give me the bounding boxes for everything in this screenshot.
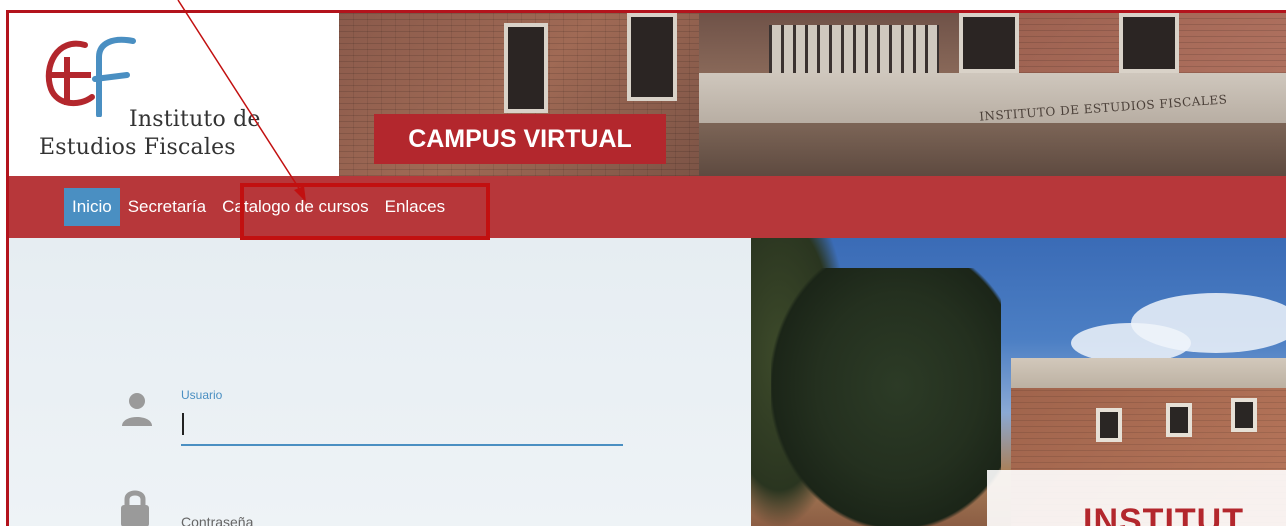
- campus-photo: [751, 238, 1286, 526]
- username-underline: [181, 444, 623, 446]
- window: [1096, 408, 1122, 442]
- main-nav: Inicio Secretaría Catalogo de cursos Enl…: [9, 176, 1286, 238]
- window: [1166, 403, 1192, 437]
- window: [627, 13, 677, 101]
- username-label: Usuario: [181, 388, 223, 402]
- login-panel: Usuario Contraseña: [9, 238, 751, 526]
- campus-virtual-banner: CAMPUS VIRTUAL: [374, 114, 666, 164]
- lock-icon: [121, 490, 149, 526]
- logo-text-line2: Estudios Fiscales: [39, 135, 236, 160]
- nav-item-catalogo-de-cursos[interactable]: Catalogo de cursos: [214, 188, 376, 226]
- balcony: [769, 25, 939, 75]
- logo[interactable]: Instituto de Estudios Fiscales: [9, 13, 339, 176]
- building-cornice: [1011, 358, 1286, 392]
- photo-label-text: INSTITUT: [1083, 502, 1244, 526]
- window: [1231, 398, 1257, 432]
- nav-item-inicio[interactable]: Inicio: [64, 188, 120, 226]
- cloud: [1071, 323, 1191, 363]
- logo-text-line1: Instituto de: [129, 107, 261, 132]
- username-input[interactable]: [181, 406, 623, 436]
- tree: [771, 268, 1001, 526]
- page-frame: Instituto de Estudios Fiscales INSTITUTO…: [6, 10, 1286, 526]
- window: [504, 23, 548, 113]
- window: [959, 13, 1019, 73]
- text-caret: [182, 413, 184, 435]
- user-icon: [122, 393, 152, 426]
- window: [1119, 13, 1179, 73]
- main-content: Usuario Contraseña INSTITUT: [9, 238, 1286, 526]
- ief-logo-icon: [45, 36, 136, 117]
- password-field[interactable]: Contraseña: [181, 514, 253, 526]
- nav-item-enlaces[interactable]: Enlaces: [377, 188, 453, 226]
- nav-item-secretaria[interactable]: Secretaría: [120, 188, 214, 226]
- site-header: Instituto de Estudios Fiscales INSTITUTO…: [9, 13, 1286, 176]
